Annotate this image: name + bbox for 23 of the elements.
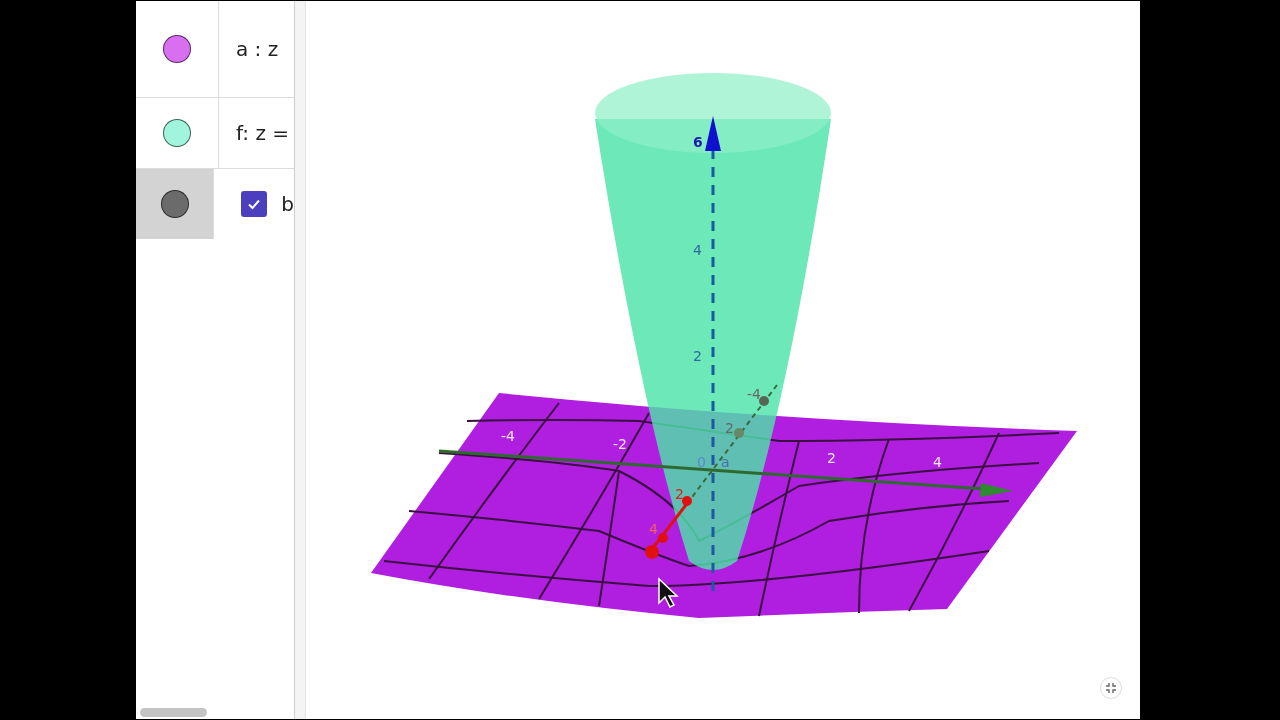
scrollbar-thumb[interactable] xyxy=(140,707,207,717)
object-label: b xyxy=(281,192,294,216)
axis-tick-label: 2 xyxy=(675,486,684,502)
axis-tick-label: 6 xyxy=(693,134,703,150)
origin-label: a xyxy=(721,454,730,470)
exit-fullscreen-icon[interactable] xyxy=(1100,677,1122,699)
axis-tick-label: 4 xyxy=(649,521,658,537)
axis-tick-label: -4 xyxy=(501,428,515,444)
checkbox[interactable] xyxy=(241,191,268,217)
visibility-dot[interactable] xyxy=(163,119,191,147)
row-marker-cell[interactable] xyxy=(136,169,215,239)
object-definition[interactable]: f: z = xyxy=(236,121,290,145)
cursor-icon xyxy=(658,577,679,608)
axis-tick-label: -2 xyxy=(613,436,627,452)
object-definition[interactable]: a : z xyxy=(236,37,279,61)
axis-tick-label: 2 xyxy=(725,420,734,436)
axis-tick-label: 4 xyxy=(693,242,702,258)
axis-tick-label: -4 xyxy=(747,386,761,402)
axis-tick-label: 4 xyxy=(933,454,942,470)
visibility-dot[interactable] xyxy=(163,35,191,63)
axis-tick-label: 2 xyxy=(693,348,702,364)
axis-tick-label: 2 xyxy=(827,450,836,466)
visibility-dot[interactable] xyxy=(160,190,189,218)
